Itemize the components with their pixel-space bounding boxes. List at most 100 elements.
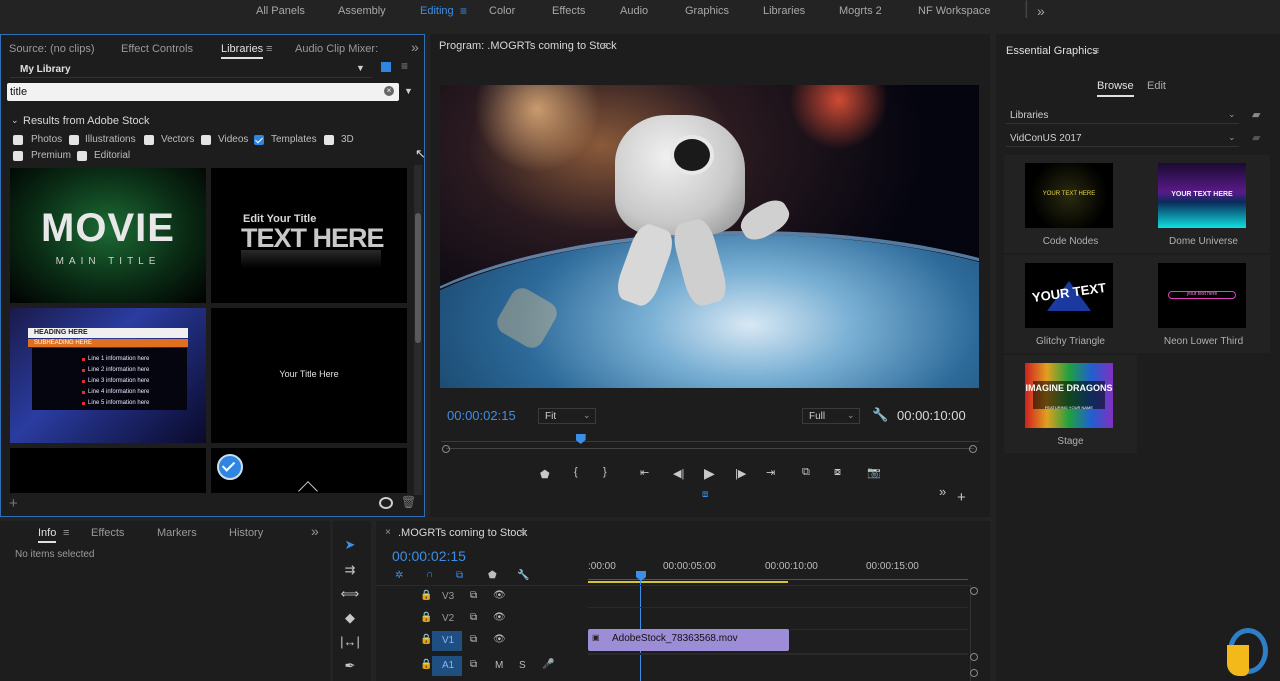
go-to-out-icon[interactable]: ⇥ (766, 466, 775, 479)
tab-effects[interactable]: Effects (91, 527, 124, 539)
filter-checkbox-3d[interactable] (324, 135, 334, 145)
add-asset-icon[interactable]: + (9, 495, 18, 512)
filter-checkbox-vectors[interactable] (144, 135, 154, 145)
tab-audio-clip-mixer[interactable]: Audio Clip Mixer: (295, 43, 378, 55)
workspace-tab-all-panels[interactable]: All Panels (256, 5, 305, 17)
library-select[interactable]: My Library ▼ (10, 60, 372, 78)
microphone-icon[interactable]: 🎤 (542, 659, 554, 670)
thumb-lower-info[interactable]: HEADING HERE SUBHEADING HERE Line 1 info… (10, 308, 206, 443)
add-marker-icon[interactable]: ⬟ (540, 468, 550, 481)
eg-menu-icon[interactable]: ≡ (1093, 45, 1099, 57)
lock-icon[interactable]: 🔒 (420, 590, 432, 601)
timeline-timecode[interactable]: 00:00:02:15 (392, 548, 466, 564)
snap-icon[interactable]: ∩ (426, 569, 433, 580)
sync-lock-icon[interactable]: ⧉ (470, 612, 477, 623)
program-timecode-current[interactable]: 00:00:02:15 (447, 408, 516, 423)
eg-item-code-nodes[interactable]: YOUR TEXT HERE Code Nodes (1004, 155, 1137, 253)
wrench-icon[interactable]: 🔧 (517, 570, 529, 581)
workspace-tab-effects[interactable]: Effects (552, 5, 585, 17)
video-clip[interactable]: ▣ AdobeStock_78363568.mov (588, 629, 789, 651)
tab-browse[interactable]: Browse (1097, 80, 1134, 97)
thumb-text-here[interactable]: Edit Your Title TEXT HERE (211, 168, 407, 303)
workspace-tab-audio[interactable]: Audio (620, 5, 648, 17)
workspace-tab-assembly[interactable]: Assembly (338, 5, 386, 17)
step-forward-icon[interactable]: |▶ (735, 467, 746, 480)
libraries-scrollbar[interactable] (414, 165, 422, 495)
creative-cloud-icon[interactable] (379, 497, 393, 509)
program-menu-icon[interactable]: ≡ (602, 40, 608, 52)
export-frame-icon[interactable]: 📷 (867, 466, 881, 479)
grid-view-icon[interactable] (381, 62, 391, 72)
tab-effect-controls[interactable]: Effect Controls (121, 43, 193, 55)
workspace-tab-mogrts-2[interactable]: Mogrts 2 (839, 5, 882, 17)
scroll-handle-top[interactable] (970, 587, 978, 595)
tab-history[interactable]: History (229, 527, 263, 539)
eye-icon[interactable]: 👁 (493, 634, 506, 645)
slip-tool-icon[interactable]: |↔| (340, 634, 360, 654)
sync-lock-icon[interactable]: ⧉ (470, 590, 477, 601)
eg-item-dome-universe[interactable]: YOUR TEXT HERE Dome Universe (1137, 155, 1270, 253)
timeline-vertical-scroll[interactable] (970, 585, 982, 681)
workspace-overflow-icon[interactable]: » (1037, 3, 1045, 19)
scroll-handle-bottom[interactable] (970, 669, 978, 677)
lift-icon[interactable]: ⧉ (802, 466, 810, 479)
comparison-view-icon[interactable]: ⧈ (702, 489, 708, 500)
list-view-icon[interactable]: ≡ (401, 59, 408, 73)
lock-icon[interactable]: 🔒 (420, 612, 432, 623)
nest-icon[interactable]: ✲ (395, 570, 403, 581)
track-select-tool-icon[interactable]: ⇉ (340, 562, 360, 582)
linked-selection-icon[interactable]: ⧉ (456, 570, 463, 581)
workspace-tab-color[interactable]: Color (489, 5, 515, 17)
eye-icon[interactable]: 👁 (493, 612, 506, 623)
program-scrubber[interactable] (446, 448, 974, 449)
panel-overflow-icon[interactable]: » (411, 39, 419, 55)
filter-checkbox-videos[interactable] (201, 135, 211, 145)
work-area-bar[interactable] (588, 581, 788, 583)
add-marker-icon[interactable]: ⬟ (488, 570, 497, 581)
lock-icon[interactable]: 🔒 (420, 659, 432, 670)
pen-tool-icon[interactable]: ✒ (340, 658, 360, 678)
wrench-icon[interactable]: 🔧 (872, 407, 888, 423)
workspace-tab-graphics[interactable]: Graphics (685, 5, 729, 17)
eg-collection-select[interactable]: VidConUS 2017 ⌄ (1006, 129, 1239, 147)
tab-libraries[interactable]: Libraries (221, 43, 264, 59)
sync-lock-icon[interactable]: ⧉ (470, 659, 477, 670)
solo-button[interactable]: S (519, 660, 526, 671)
search-input[interactable]: title × (7, 83, 399, 101)
trash-icon[interactable]: 🗑 (401, 495, 416, 509)
sync-lock-icon[interactable]: ⧉ (470, 634, 477, 645)
eg-item-neon-lower-third[interactable]: your text here Neon Lower Third (1137, 255, 1270, 353)
fit-select[interactable]: Fit ⌄ (538, 408, 596, 424)
info-overflow-icon[interactable]: » (311, 523, 319, 539)
clear-search-icon[interactable]: × (384, 86, 394, 96)
tab-markers[interactable]: Markers (157, 527, 197, 539)
eg-libraries-select[interactable]: Libraries ⌄ (1006, 106, 1239, 124)
search-options-icon[interactable]: ▼ (404, 86, 413, 96)
info-menu-icon[interactable]: ≡ (63, 527, 69, 539)
workspace-tab-nf-workspace[interactable]: NF Workspace (918, 5, 991, 17)
tab-edit[interactable]: Edit (1147, 80, 1166, 92)
scrubber-start-handle[interactable] (442, 445, 450, 453)
tab-source[interactable]: Source: (no clips) (9, 43, 95, 55)
sequence-tab[interactable]: .MOGRTs coming to Stock (398, 527, 527, 539)
ripple-edit-tool-icon[interactable]: ⟺ (340, 586, 360, 606)
selection-tool-icon[interactable]: ➤ (340, 537, 360, 557)
filter-checkbox-photos[interactable] (13, 135, 23, 145)
program-playhead[interactable] (575, 434, 586, 444)
close-icon[interactable]: × (385, 527, 391, 538)
mark-out-icon[interactable]: } (603, 466, 607, 478)
eg-item-stage[interactable]: IMAGINE DRAGONS FEATURING YOUR NAME Stag… (1004, 355, 1137, 453)
mute-button[interactable]: M (495, 660, 503, 671)
scrollbar-thumb[interactable] (415, 213, 421, 343)
play-icon[interactable]: ▶ (704, 465, 715, 482)
workspace-tab-libraries[interactable]: Libraries (763, 5, 805, 17)
eye-icon[interactable]: 👁 (493, 590, 506, 601)
libraries-menu-icon[interactable]: ≡ (266, 43, 272, 55)
thumb-your-title[interactable]: Your Title Here (211, 308, 407, 443)
tab-info[interactable]: Info (38, 527, 57, 543)
thumb-movie-title[interactable]: MOVIE MAIN TITLE (10, 168, 206, 303)
scroll-handle-mid[interactable] (970, 653, 978, 661)
video-frame[interactable] (440, 85, 979, 388)
workspace-menu-icon[interactable]: ≡ (460, 4, 467, 18)
thumb-partial-2[interactable] (211, 448, 407, 493)
